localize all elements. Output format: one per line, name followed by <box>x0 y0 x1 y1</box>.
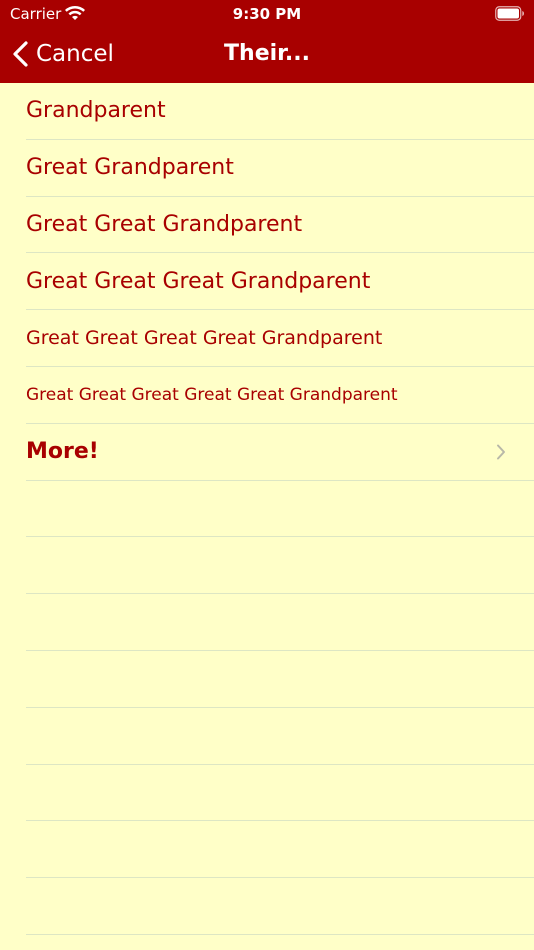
empty-row <box>26 708 534 765</box>
battery-icon <box>495 6 524 21</box>
empty-row <box>26 821 534 879</box>
empty-row <box>26 765 534 822</box>
empty-row <box>26 878 534 935</box>
list-item-label: Great Great Great Grandparent <box>26 268 371 294</box>
status-bar: Carrier 9:30 PM <box>0 0 534 28</box>
list-item[interactable]: Great Great Grandparent <box>26 197 534 254</box>
empty-row <box>26 537 534 595</box>
empty-row <box>26 594 534 651</box>
list-item[interactable]: Great Grandparent <box>26 140 534 197</box>
page-title: Their... <box>224 41 310 66</box>
empty-row <box>26 481 534 538</box>
list-item[interactable]: Great Great Great Great Great Grandparen… <box>26 367 534 424</box>
disclosure-chevron-icon <box>497 444 505 460</box>
empty-row <box>26 651 534 708</box>
list-item[interactable]: Great Great Great Grandparent <box>26 253 534 311</box>
list-item-label: Great Grandparent <box>26 155 234 181</box>
list-item-label: Great Great Great Great Grandparent <box>26 327 383 350</box>
relationship-list: Grandparent Great Grandparent Great Grea… <box>0 83 534 935</box>
list-item-label: Great Great Grandparent <box>26 211 303 237</box>
more-label: More! <box>26 439 99 465</box>
list-item-label: Great Great Great Great Great Grandparen… <box>26 384 398 405</box>
navigation-bar: Cancel Their... <box>0 28 534 83</box>
header: Carrier 9:30 PM Cancel Their... <box>0 0 534 83</box>
clock: 9:30 PM <box>232 5 302 23</box>
more-row[interactable]: More! <box>26 424 534 481</box>
list-item-label: Grandparent <box>26 98 166 124</box>
list-item[interactable]: Great Great Great Great Grandparent <box>26 310 534 367</box>
list-item[interactable]: Grandparent <box>26 83 534 140</box>
